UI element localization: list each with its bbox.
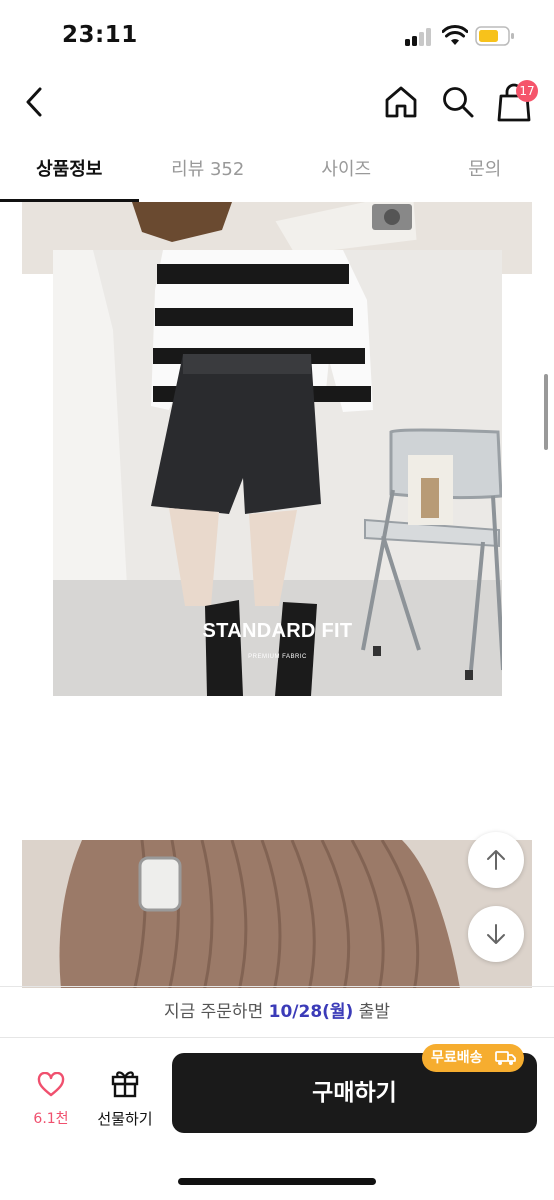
signal-icon [405,28,433,46]
scrollbar[interactable] [544,374,548,450]
product-image-main: STANDARD FIT PREMIUM FABRIC [53,250,502,696]
shipping-suffix: 출발 [358,1002,391,1022]
tab-product-info[interactable]: 상품정보 [0,140,139,202]
shipping-prefix: 지금 주문하면 [163,1002,264,1022]
battery-icon [475,26,514,46]
arrow-down-icon [487,924,505,944]
app-header: 17 [0,70,554,136]
arrow-up-icon [487,850,505,870]
wifi-icon [442,25,468,45]
scroll-down-button[interactable] [468,906,524,962]
tab-inquiry[interactable]: 문의 [416,140,554,202]
home-icon[interactable] [382,84,420,120]
scroll-up-button[interactable] [468,832,524,888]
image-caption-subtitle: PREMIUM FABRIC [248,654,307,660]
truck-icon [495,1051,516,1065]
shipping-date: 10/28(월) [268,1002,354,1022]
back-icon[interactable] [20,84,50,120]
product-image-knit [22,840,532,988]
tab-size[interactable]: 사이즈 [277,140,416,202]
cart-button[interactable]: 17 [494,80,540,124]
search-icon[interactable] [440,84,476,120]
gift-icon [111,1071,139,1098]
image-caption-title: STANDARD FIT [202,620,353,642]
product-tabs: 상품정보 리뷰 352 사이즈 문의 [0,140,554,202]
heart-icon [37,1071,65,1097]
status-bar: 23:11 [0,0,554,70]
home-indicator [178,1178,376,1185]
tab-reviews[interactable]: 리뷰 352 [139,140,278,202]
free-shipping-badge: 무료배송 [422,1044,524,1072]
shipping-notice: 지금 주문하면 10/28(월) 출발 [0,986,554,1038]
status-time: 23:11 [62,22,138,48]
cart-count-badge: 17 [516,80,538,102]
like-count: 6.1천 [33,1111,69,1127]
like-button[interactable]: 6.1천 [22,1070,80,1130]
free-shipping-label: 무료배송 [431,1050,483,1066]
gift-label: 선물하기 [97,1110,153,1128]
gift-button[interactable]: 선물하기 [90,1068,160,1128]
